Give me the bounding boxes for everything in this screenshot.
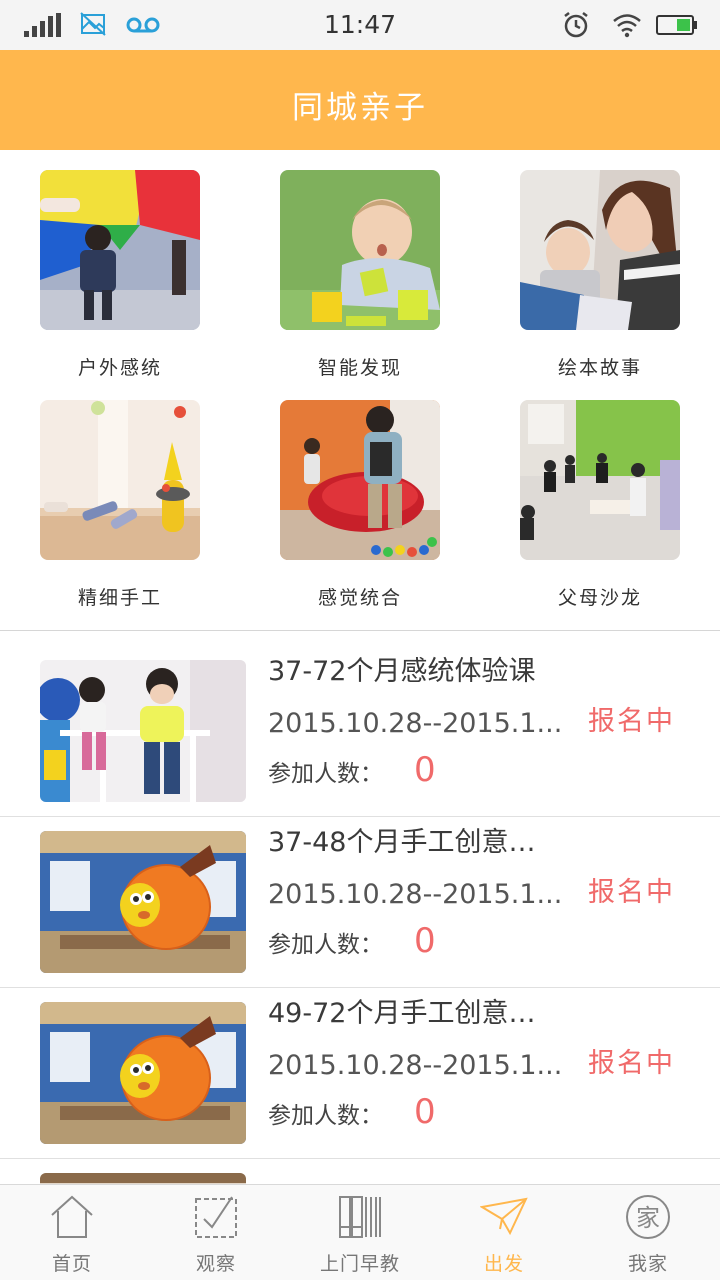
course-title: 37-48个月手工创意… (268, 827, 536, 858)
status-bar: 11:47 (0, 0, 720, 50)
course-title: 37-72个月感统体验课 (268, 656, 536, 687)
course-item[interactable]: 49-72个月手工创意… 2015.10.28--2015.1... 报名中 参… (0, 988, 720, 1159)
checkbox-icon (195, 1196, 237, 1238)
category-picture-book[interactable]: 绘本故事 (480, 150, 720, 380)
tab-label: 观察 (195, 1253, 236, 1275)
paper-plane-icon (480, 1197, 528, 1236)
category-outdoor-sensory[interactable]: 户外感统 (0, 150, 240, 380)
battery-icon (656, 15, 697, 35)
svg-text:家: 家 (636, 1204, 660, 1232)
course-title: 49-72个月手工创意… (268, 998, 536, 1029)
category-sensory-integration[interactable]: 感觉统合 (240, 380, 480, 610)
participants-count: 0 (414, 1092, 436, 1132)
picture-book-photo (520, 170, 680, 330)
category-label: 感觉统合 (317, 587, 402, 609)
wifi-icon (613, 14, 641, 38)
bottom-tab-bar: 首页 观察 上门早教 出发 家 我家 (0, 1184, 720, 1280)
baby-blocks-photo (280, 170, 440, 330)
tab-label: 我家 (627, 1253, 668, 1275)
participants-label: 参加人数： (268, 1103, 383, 1129)
outdoor-sensory-photo (40, 170, 200, 330)
category-label: 户外感统 (77, 357, 162, 379)
participants-label: 参加人数： (268, 761, 383, 787)
course-photo (40, 1002, 246, 1144)
app-screen: 11:47 同城亲子 户外感统 智能发现 绘本故事 精细手工 感觉统合 父母沙龙… (0, 0, 720, 1280)
category-label: 精细手工 (77, 587, 162, 609)
status-badge: 报名中 (588, 1048, 675, 1079)
app-header: 同城亲子 (0, 50, 720, 150)
section-divider (0, 630, 720, 631)
course-date: 2015.10.28--2015.1... (268, 879, 563, 910)
tab-observe[interactable]: 观察 (144, 1185, 288, 1280)
status-badge: 报名中 (588, 706, 675, 737)
tab-home[interactable]: 首页 (0, 1185, 144, 1280)
handcraft-photo (40, 400, 200, 560)
participants-count: 0 (414, 921, 436, 961)
parent-salon-photo (520, 400, 680, 560)
books-icon (339, 1196, 381, 1238)
status-badge: 报名中 (588, 877, 675, 908)
course-item[interactable]: 37-48个月手工创意… 2015.10.28--2015.1... 报名中 参… (0, 817, 720, 988)
course-date: 2015.10.28--2015.1... (268, 1050, 563, 1081)
alarm-icon (564, 12, 588, 38)
category-label: 智能发现 (317, 357, 402, 379)
family-icon: 家 (626, 1195, 670, 1239)
category-smart-discovery[interactable]: 智能发现 (240, 150, 480, 380)
category-label: 父母沙龙 (557, 587, 642, 609)
tab-label: 上门早教 (319, 1253, 400, 1275)
category-handcraft[interactable]: 精细手工 (0, 380, 240, 610)
category-parent-salon[interactable]: 父母沙龙 (480, 380, 720, 610)
tab-home-visit[interactable]: 上门早教 (288, 1185, 432, 1280)
course-photo (40, 660, 246, 802)
course-date: 2015.10.28--2015.1... (268, 708, 563, 739)
home-icon (51, 1195, 93, 1238)
participants-count: 0 (414, 750, 436, 790)
page-title: 同城亲子 (292, 90, 428, 126)
course-item[interactable]: 37-72个月感统体验课 2015.10.28--2015.1... 报名中 参… (0, 646, 720, 817)
tab-label: 首页 (51, 1253, 92, 1275)
tab-depart[interactable]: 出发 (432, 1185, 576, 1280)
category-label: 绘本故事 (557, 357, 642, 379)
sensory-tunnel-photo (280, 400, 440, 560)
tab-label: 出发 (483, 1253, 524, 1275)
course-photo (40, 831, 246, 973)
participants-label: 参加人数： (268, 932, 383, 958)
tab-my-family[interactable]: 家 我家 (576, 1185, 720, 1280)
